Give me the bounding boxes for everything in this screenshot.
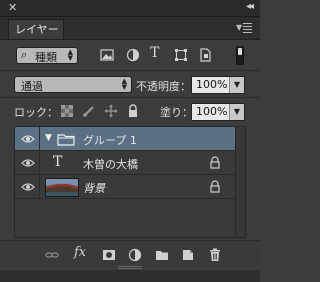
pixel-filter-icon[interactable] — [100, 48, 114, 62]
blend-mode-select[interactable]: 通過 ▲ ▼ — [14, 76, 132, 93]
lock-icon — [209, 180, 221, 193]
fill-label: 塗り： — [160, 106, 193, 119]
disclosure-triangle-icon[interactable]: ▼ — [45, 133, 52, 143]
panel-footer — [0, 270, 260, 282]
divider — [39, 151, 40, 174]
link-layers-icon[interactable] — [45, 248, 59, 262]
new-group-icon[interactable] — [155, 248, 169, 262]
visibility-eye-icon[interactable] — [21, 157, 35, 169]
layers-bottom-toolbar: fx — [0, 240, 260, 267]
visibility-eye-icon[interactable] — [21, 181, 35, 193]
panel-tab-row: レイヤー ▼ — [0, 17, 260, 40]
new-layer-icon[interactable] — [181, 248, 195, 262]
lock-pixels-icon[interactable] — [82, 104, 96, 118]
delete-layer-icon[interactable] — [208, 248, 222, 262]
adjustment-layer-icon[interactable] — [128, 248, 142, 262]
close-panel-button[interactable]: ✕ — [8, 1, 17, 14]
layer-row-text[interactable]: T 木曽の大橋 — [15, 151, 235, 175]
lock-position-icon[interactable] — [104, 104, 118, 118]
blend-row: 通過 ▲ ▼ 不透明度： 100% ▼ — [0, 72, 260, 96]
search-icon: ⌕ — [21, 48, 28, 61]
layer-thumbnail — [45, 178, 79, 197]
layer-name: 背景 — [83, 182, 105, 195]
divider — [39, 127, 40, 150]
fill-field[interactable]: 100% ▼ — [191, 103, 245, 121]
shape-filter-icon[interactable] — [174, 48, 188, 62]
text-layer-icon: T — [53, 154, 63, 170]
collapse-panel-button[interactable]: ◂◂ — [246, 1, 254, 12]
layer-row-background[interactable]: 背景 — [15, 175, 235, 199]
fill-value: 100% — [196, 105, 228, 118]
tab-layers[interactable]: レイヤー — [8, 19, 64, 39]
lock-transparency-icon[interactable] — [60, 104, 74, 118]
add-mask-icon[interactable] — [102, 248, 116, 262]
spinner-arrows-icon: ▲ ▼ — [67, 48, 73, 62]
opacity-dropdown-button[interactable]: ▼ — [229, 77, 244, 93]
type-filter-icon[interactable]: T — [150, 45, 164, 61]
blend-mode-label: 通過 — [21, 80, 43, 93]
fx-icon[interactable]: fx — [74, 245, 88, 260]
smart-object-filter-icon[interactable] — [198, 48, 212, 62]
adjustment-filter-icon[interactable] — [126, 48, 140, 62]
lock-row: ロック： 塗り： 100% ▼ — [0, 98, 260, 124]
filter-toggle-switch[interactable] — [236, 46, 244, 65]
menu-lines-icon — [243, 23, 252, 35]
panel-menu-icon[interactable]: ▼ — [236, 21, 252, 35]
layer-filter-row: ⌕ 種類 ▲ ▼ T — [0, 40, 260, 70]
opacity-label: 不透明度： — [136, 80, 191, 93]
spinner-arrows-icon: ▲ ▼ — [121, 77, 127, 91]
layer-name: グループ 1 — [83, 134, 137, 147]
folder-icon — [57, 132, 75, 149]
opacity-field[interactable]: 100% ▼ — [191, 76, 245, 94]
visibility-eye-icon[interactable] — [21, 133, 35, 145]
lock-label: ロック： — [14, 106, 58, 119]
layer-name: 木曽の大橋 — [83, 158, 138, 171]
filter-kind-select[interactable]: ⌕ 種類 ▲ ▼ — [16, 47, 78, 64]
lock-all-icon[interactable] — [126, 104, 140, 118]
chevron-down-icon: ▼ — [236, 23, 243, 32]
layers-scrollbar[interactable] — [236, 126, 246, 238]
panel-title-bar: ✕ ◂◂ — [0, 0, 260, 17]
fill-dropdown-button[interactable]: ▼ — [229, 104, 244, 120]
lock-icon — [209, 156, 221, 169]
layers-list: ▼ グループ 1 T 木曽の大橋 背景 — [14, 126, 236, 238]
opacity-value: 100% — [196, 78, 228, 91]
layer-row-group[interactable]: ▼ グループ 1 — [15, 127, 235, 151]
divider — [39, 175, 40, 198]
divider — [0, 70, 260, 71]
filter-kind-label: 種類 — [35, 51, 57, 64]
